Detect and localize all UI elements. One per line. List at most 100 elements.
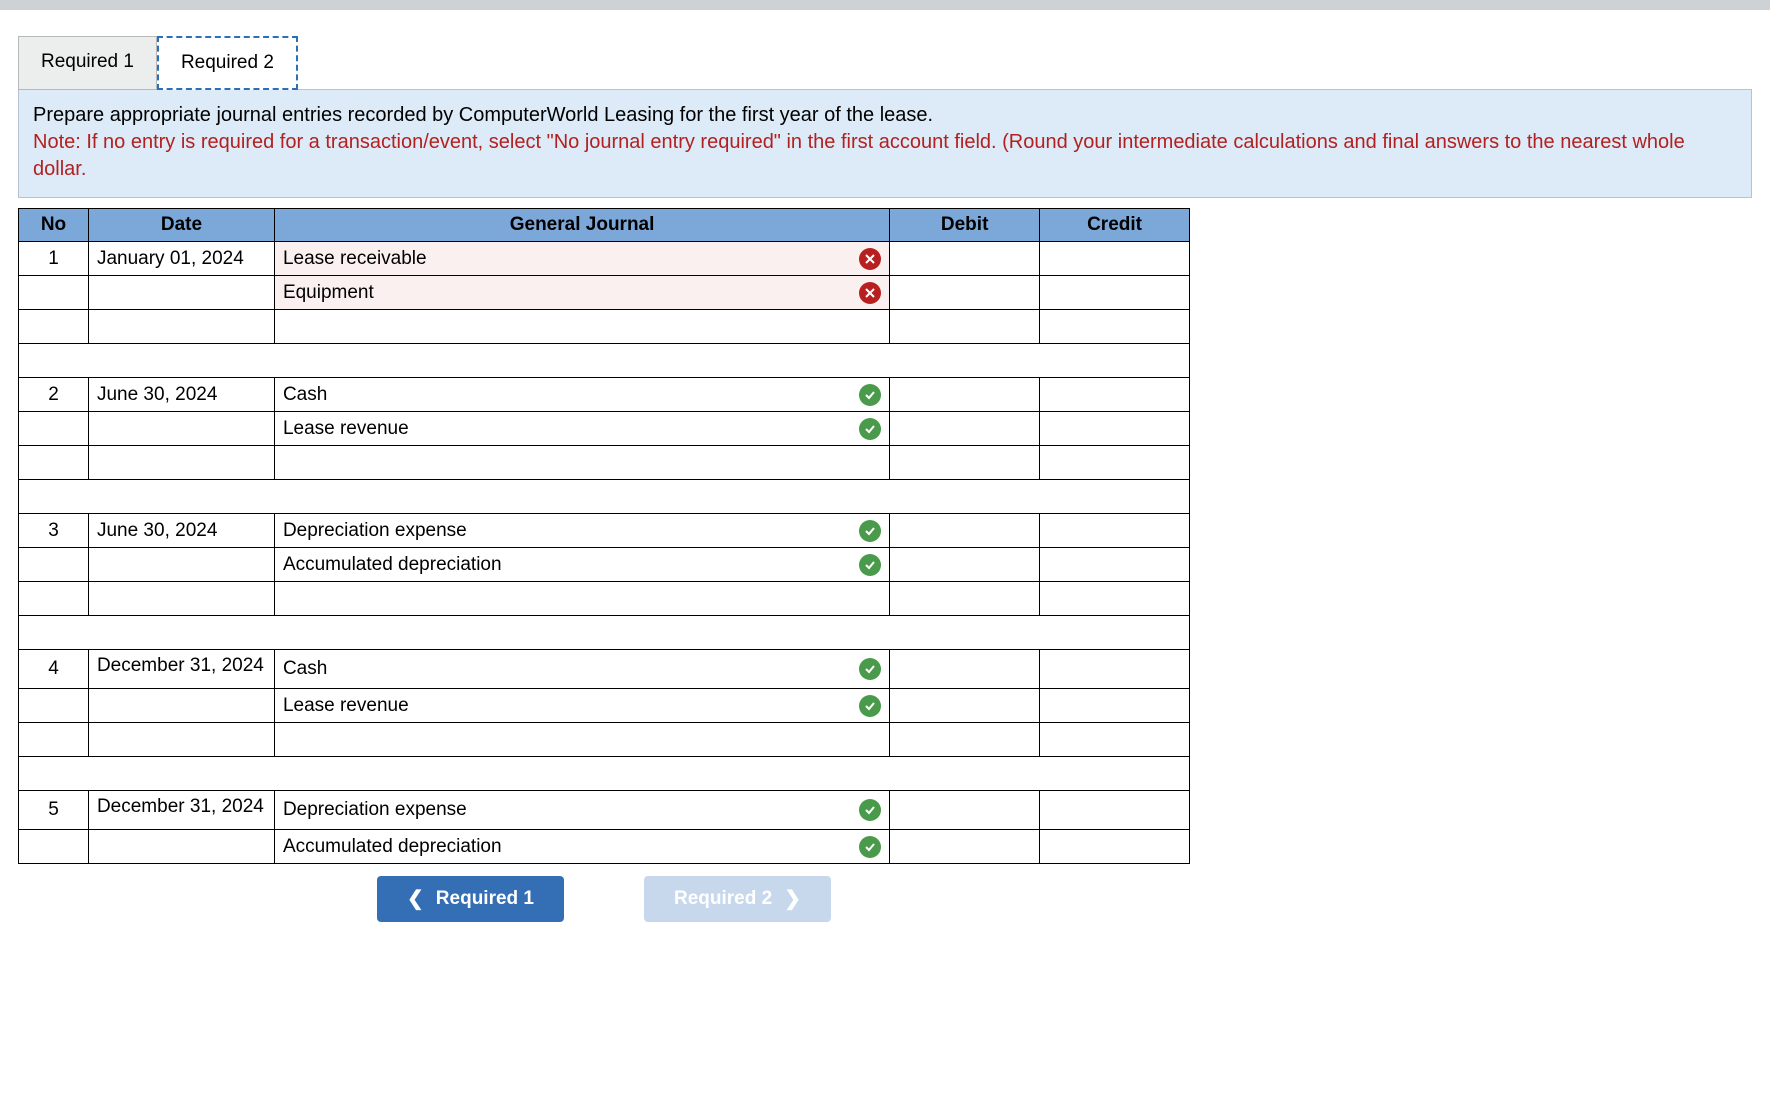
cell-account[interactable]: Depreciation expense	[274, 514, 889, 548]
tab-required-1[interactable]: Required 1	[18, 36, 157, 90]
cell-account[interactable]: Depreciation expense	[274, 791, 889, 830]
cell-debit[interactable]	[890, 723, 1040, 757]
cell-date[interactable]	[88, 412, 274, 446]
cell-no: 1	[19, 242, 89, 276]
cell-debit[interactable]	[890, 791, 1040, 830]
cell-credit[interactable]	[1040, 582, 1190, 616]
account-text: Lease revenue	[283, 695, 409, 716]
cell-no: 2	[19, 378, 89, 412]
cell-no	[19, 446, 89, 480]
cell-credit[interactable]	[1040, 514, 1190, 548]
cell-credit[interactable]	[1040, 310, 1190, 344]
cell-debit[interactable]	[890, 582, 1040, 616]
prev-required-button[interactable]: ❮ Required 1	[377, 876, 564, 922]
next-required-button: Required 2 ❯	[644, 876, 831, 922]
instructions-panel: Prepare appropriate journal entries reco…	[18, 89, 1752, 198]
cell-debit[interactable]	[890, 242, 1040, 276]
date-text: December 31, 2024	[97, 796, 264, 818]
table-row: Accumulated depreciation	[19, 830, 1190, 864]
prev-button-label: Required 1	[436, 888, 534, 910]
cell-debit[interactable]	[890, 310, 1040, 344]
cell-date[interactable]	[88, 446, 274, 480]
cell-date[interactable]	[88, 723, 274, 757]
cell-credit[interactable]	[1040, 378, 1190, 412]
table-row: 3 June 30, 2024 Depreciation expense	[19, 514, 1190, 548]
table-row	[19, 582, 1190, 616]
cell-debit[interactable]	[890, 650, 1040, 689]
cell-debit[interactable]	[890, 548, 1040, 582]
next-button-label: Required 2	[674, 888, 772, 910]
cell-debit[interactable]	[890, 830, 1040, 864]
cell-account[interactable]: Equipment	[274, 276, 889, 310]
cell-no	[19, 310, 89, 344]
cell-debit[interactable]	[890, 276, 1040, 310]
cell-account[interactable]	[274, 582, 889, 616]
header-date: Date	[88, 209, 274, 242]
correct-icon	[859, 520, 881, 542]
cell-date[interactable]: December 31, 2024	[88, 650, 274, 689]
cell-no	[19, 830, 89, 864]
correct-icon	[859, 836, 881, 858]
cell-credit[interactable]	[1040, 689, 1190, 723]
cell-account[interactable]	[274, 723, 889, 757]
cell-account[interactable]: Accumulated depreciation	[274, 548, 889, 582]
cell-credit[interactable]	[1040, 276, 1190, 310]
cell-credit[interactable]	[1040, 446, 1190, 480]
cell-debit[interactable]	[890, 514, 1040, 548]
account-text: Depreciation expense	[283, 520, 467, 541]
cell-date[interactable]: December 31, 2024	[88, 791, 274, 830]
cell-debit[interactable]	[890, 412, 1040, 446]
cell-credit[interactable]	[1040, 412, 1190, 446]
cell-account[interactable]: Accumulated depreciation	[274, 830, 889, 864]
cell-credit[interactable]	[1040, 791, 1190, 830]
cell-account[interactable]: Lease revenue	[274, 412, 889, 446]
table-row	[19, 446, 1190, 480]
cell-date[interactable]	[88, 548, 274, 582]
correct-icon	[859, 554, 881, 576]
header-debit: Debit	[890, 209, 1040, 242]
cell-no: 5	[19, 791, 89, 830]
cell-credit[interactable]	[1040, 548, 1190, 582]
cell-date[interactable]: January 01, 2024	[88, 242, 274, 276]
correct-icon	[859, 418, 881, 440]
cell-account[interactable]: Cash	[274, 378, 889, 412]
cell-no	[19, 276, 89, 310]
cell-account[interactable]: Lease revenue	[274, 689, 889, 723]
cell-credit[interactable]	[1040, 242, 1190, 276]
cell-account[interactable]: Cash	[274, 650, 889, 689]
table-row: Equipment	[19, 276, 1190, 310]
cell-credit[interactable]	[1040, 723, 1190, 757]
cell-date[interactable]	[88, 276, 274, 310]
cell-debit[interactable]	[890, 446, 1040, 480]
cell-account[interactable]	[274, 310, 889, 344]
header-general-journal: General Journal	[274, 209, 889, 242]
cell-no: 3	[19, 514, 89, 548]
table-row: 1 January 01, 2024 Lease receivable	[19, 242, 1190, 276]
cell-date[interactable]: June 30, 2024	[88, 378, 274, 412]
correct-icon	[859, 384, 881, 406]
account-text: Lease receivable	[283, 248, 427, 269]
incorrect-icon	[859, 282, 881, 304]
cell-debit[interactable]	[890, 378, 1040, 412]
chevron-right-icon: ❯	[784, 889, 801, 909]
journal-table: No Date General Journal Debit Credit 1 J…	[18, 208, 1190, 864]
tab-required-2[interactable]: Required 2	[157, 36, 298, 90]
cell-account[interactable]: Lease receivable	[274, 242, 889, 276]
cell-date[interactable]: June 30, 2024	[88, 514, 274, 548]
instructions-text: Prepare appropriate journal entries reco…	[33, 104, 933, 126]
cell-credit[interactable]	[1040, 650, 1190, 689]
cell-date[interactable]	[88, 310, 274, 344]
account-text: Lease revenue	[283, 418, 409, 439]
cell-credit[interactable]	[1040, 830, 1190, 864]
cell-date[interactable]	[88, 582, 274, 616]
account-text: Accumulated depreciation	[283, 554, 502, 575]
cell-debit[interactable]	[890, 689, 1040, 723]
cell-no	[19, 548, 89, 582]
cell-date[interactable]	[88, 689, 274, 723]
header-credit: Credit	[1040, 209, 1190, 242]
cell-date[interactable]	[88, 830, 274, 864]
table-header-row: No Date General Journal Debit Credit	[19, 209, 1190, 242]
cell-account[interactable]	[274, 446, 889, 480]
incorrect-icon	[859, 248, 881, 270]
table-row: Lease revenue	[19, 412, 1190, 446]
